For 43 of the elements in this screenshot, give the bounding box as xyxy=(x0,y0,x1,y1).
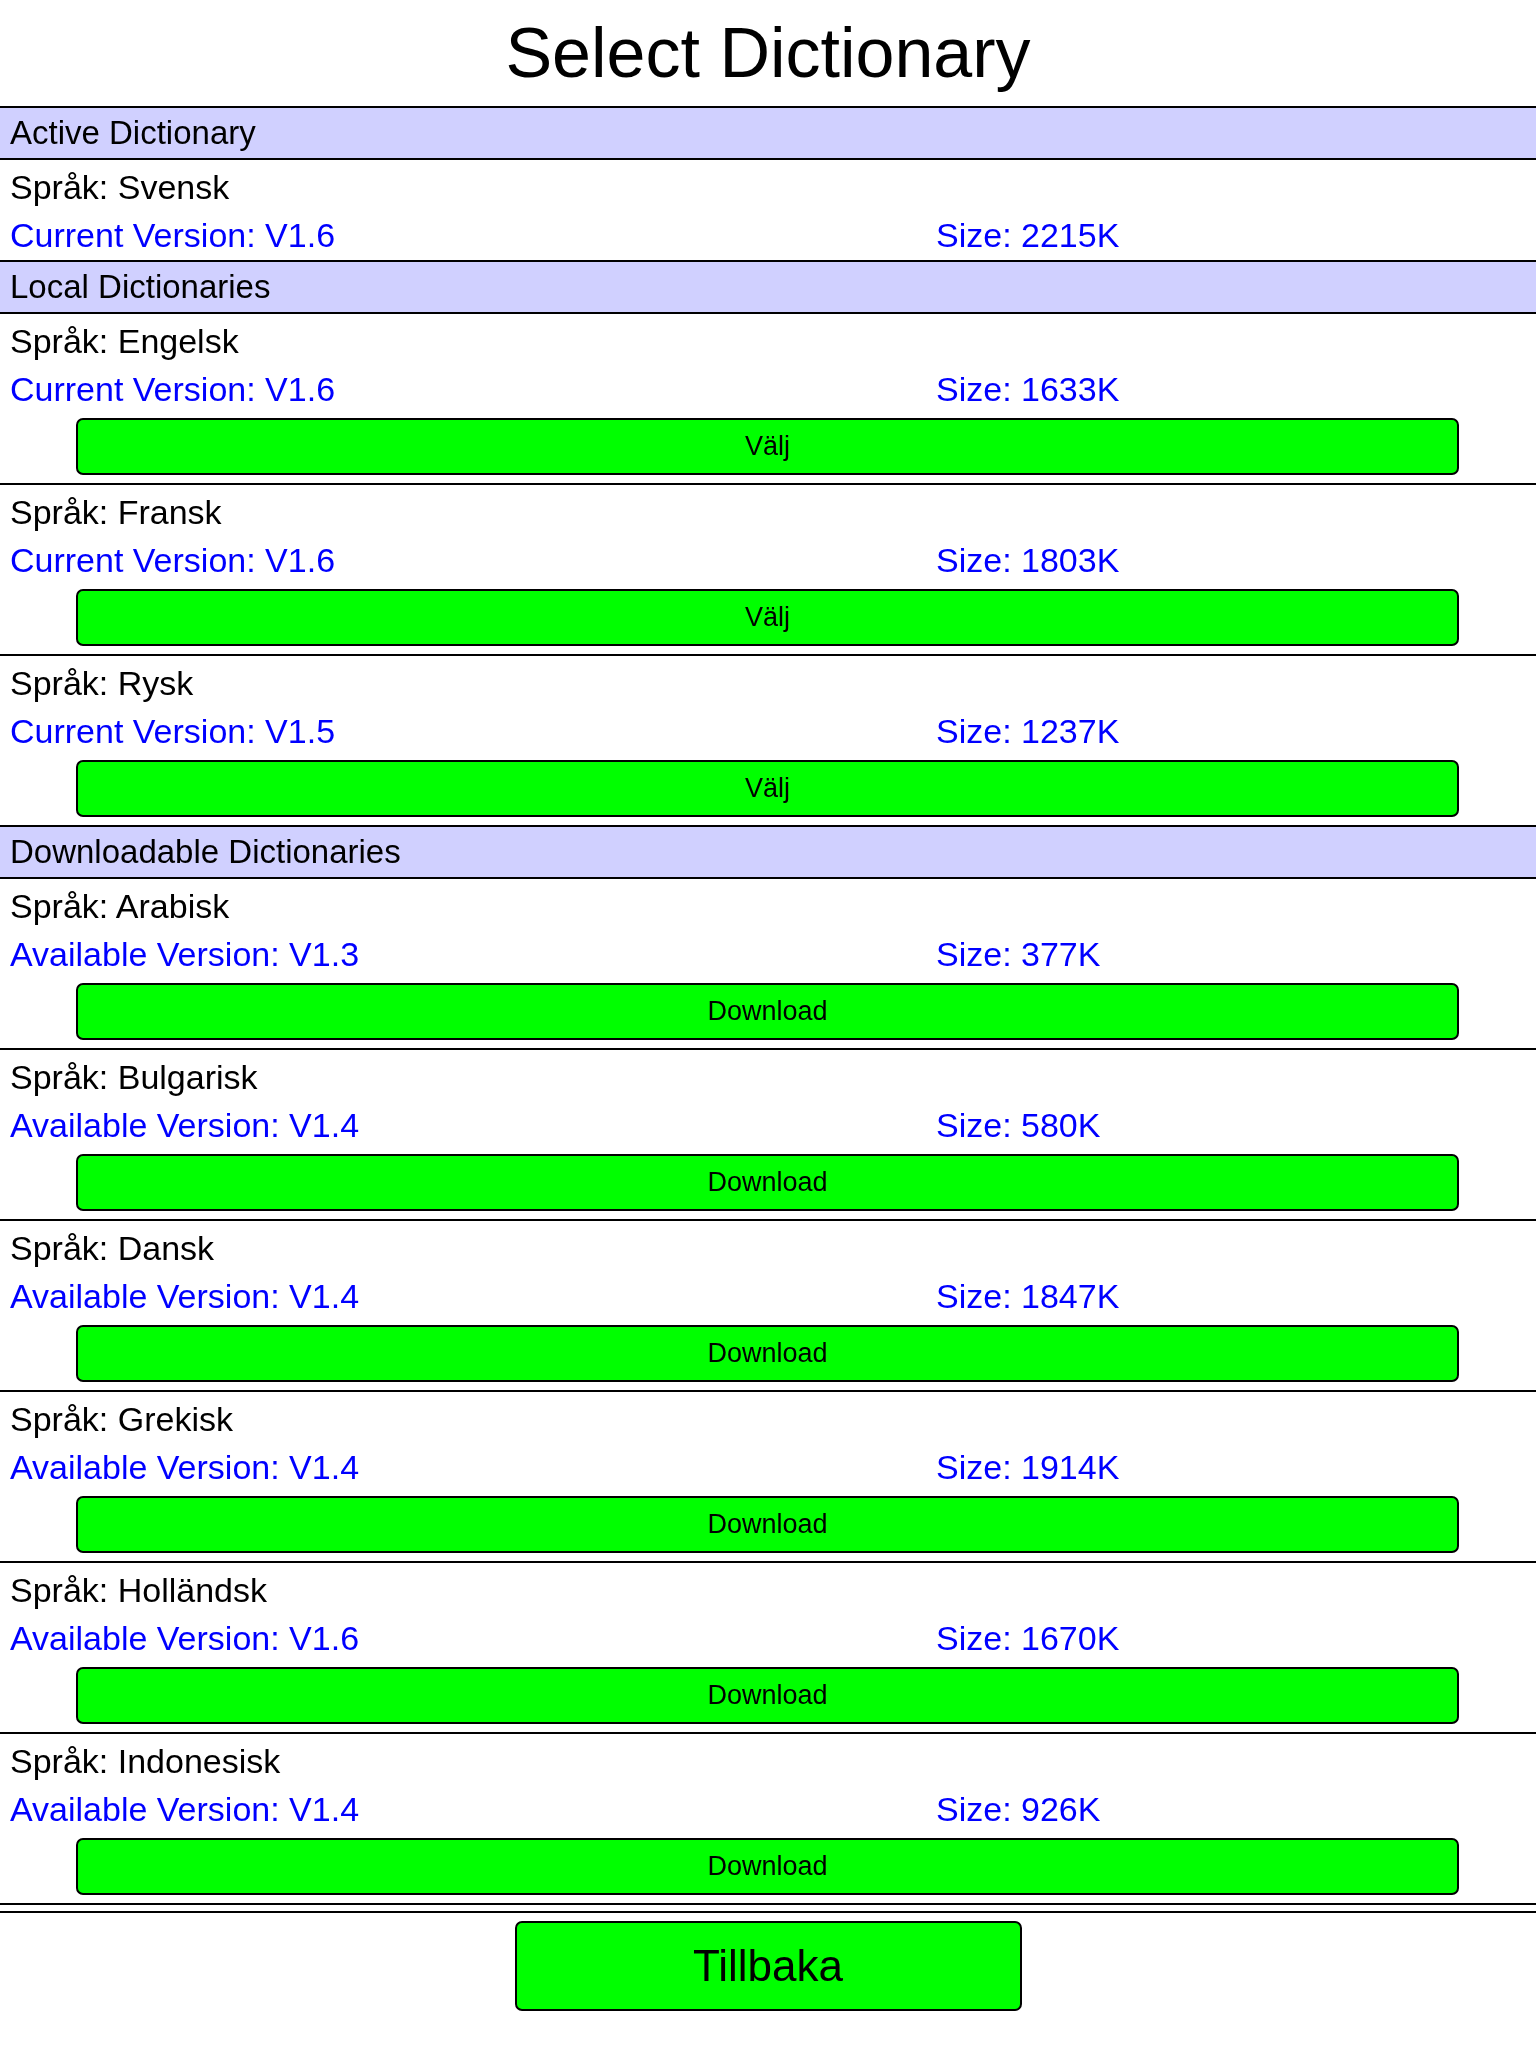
size-label: Size: 377K xyxy=(936,934,1101,975)
size-label: Size: 926K xyxy=(936,1789,1101,1830)
size-label: Size: 1847K xyxy=(936,1276,1120,1317)
language-label: Språk: Svensk xyxy=(10,168,230,206)
version-label: Current Version: V1.6 xyxy=(10,369,337,410)
section-header: Active Dictionary xyxy=(0,108,1536,160)
dictionary-button[interactable]: Download xyxy=(76,1496,1459,1553)
size-label: Size: 1914K xyxy=(936,1447,1120,1488)
dictionary-button[interactable]: Download xyxy=(76,1154,1459,1211)
size-label: Size: 1670K xyxy=(936,1618,1120,1659)
back-button[interactable]: Tillbaka xyxy=(514,1921,1022,2011)
version-label: Available Version: V1.6 xyxy=(10,1618,361,1659)
version-label: Available Version: V1.4 xyxy=(10,1276,361,1317)
language-label: Språk: Indonesisk xyxy=(10,1742,281,1780)
language-label: Språk: Bulgarisk xyxy=(10,1058,258,1096)
dictionary-button[interactable]: Välj xyxy=(76,589,1459,646)
dictionary-button[interactable]: Välj xyxy=(76,760,1459,817)
language-label: Språk: Engelsk xyxy=(10,322,239,360)
dictionary-button[interactable]: Välj xyxy=(76,418,1459,475)
language-label: Språk: Holländsk xyxy=(10,1571,267,1609)
language-label: Språk: Grekisk xyxy=(10,1400,233,1438)
size-label: Size: 1633K xyxy=(936,369,1120,410)
version-label: Available Version: V1.4 xyxy=(10,1789,361,1830)
dictionary-button[interactable]: Download xyxy=(76,983,1459,1040)
section-header: Downloadable Dictionaries xyxy=(0,827,1536,879)
language-label: Språk: Dansk xyxy=(10,1229,215,1267)
section-header: Local Dictionaries xyxy=(0,262,1536,314)
language-label: Språk: Fransk xyxy=(10,493,222,531)
dictionary-button[interactable]: Download xyxy=(76,1325,1459,1382)
size-label: Size: 2215K xyxy=(936,215,1120,256)
version-label: Available Version: V1.3 xyxy=(10,934,361,975)
language-label: Språk: Rysk xyxy=(10,664,194,702)
language-label: Språk: Arabisk xyxy=(10,887,230,925)
version-label: Available Version: V1.4 xyxy=(10,1105,361,1146)
dictionary-button[interactable]: Download xyxy=(76,1838,1459,1895)
version-label: Current Version: V1.6 xyxy=(10,540,337,581)
dictionary-button[interactable]: Download xyxy=(76,1667,1459,1724)
version-label: Available Version: V1.4 xyxy=(10,1447,361,1488)
size-label: Size: 1237K xyxy=(936,711,1120,752)
size-label: Size: 1803K xyxy=(936,540,1120,581)
size-label: Size: 580K xyxy=(936,1105,1101,1146)
version-label: Current Version: V1.5 xyxy=(10,711,337,752)
version-label: Current Version: V1.6 xyxy=(10,215,337,256)
